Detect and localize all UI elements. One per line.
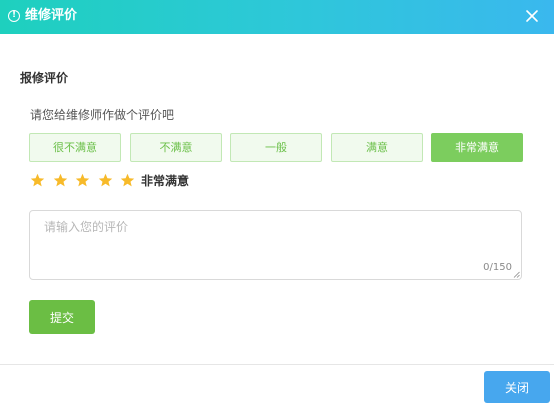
comment-textarea[interactable] — [30, 211, 521, 279]
option-neutral[interactable]: 一般 — [230, 133, 322, 162]
footer-divider — [0, 364, 554, 365]
star-icon[interactable] — [120, 173, 135, 188]
option-unsatisfied[interactable]: 不满意 — [130, 133, 222, 162]
star-icon[interactable] — [98, 173, 113, 188]
star-icon[interactable] — [53, 173, 68, 188]
info-circle-icon: ! — [8, 10, 20, 22]
resize-grip-icon[interactable] — [513, 271, 520, 278]
evaluation-dialog: ! 维修评价 报修评价 请您给维修师作做个评价吧 很不满意 不满意 一般 满意 … — [0, 0, 554, 407]
section-title: 报修评价 — [20, 71, 69, 85]
option-very-satisfied[interactable]: 非常满意 — [431, 133, 523, 162]
comment-box: 0/150 — [29, 210, 522, 280]
dialog-title: 维修评价 — [25, 8, 78, 23]
star-rating-label: 非常满意 — [141, 174, 190, 188]
option-very-unsatisfied[interactable]: 很不满意 — [29, 133, 121, 162]
close-icon[interactable] — [524, 8, 540, 24]
star-icon[interactable] — [30, 173, 45, 188]
submit-button[interactable]: 提交 — [29, 300, 95, 334]
dialog-header: ! 维修评价 — [0, 0, 554, 34]
star-icon[interactable] — [75, 173, 90, 188]
character-counter: 0/150 — [483, 262, 512, 273]
rating-prompt: 请您给维修师作做个评价吧 — [30, 108, 175, 122]
close-button[interactable]: 关闭 — [484, 371, 550, 403]
option-satisfied[interactable]: 满意 — [331, 133, 423, 162]
